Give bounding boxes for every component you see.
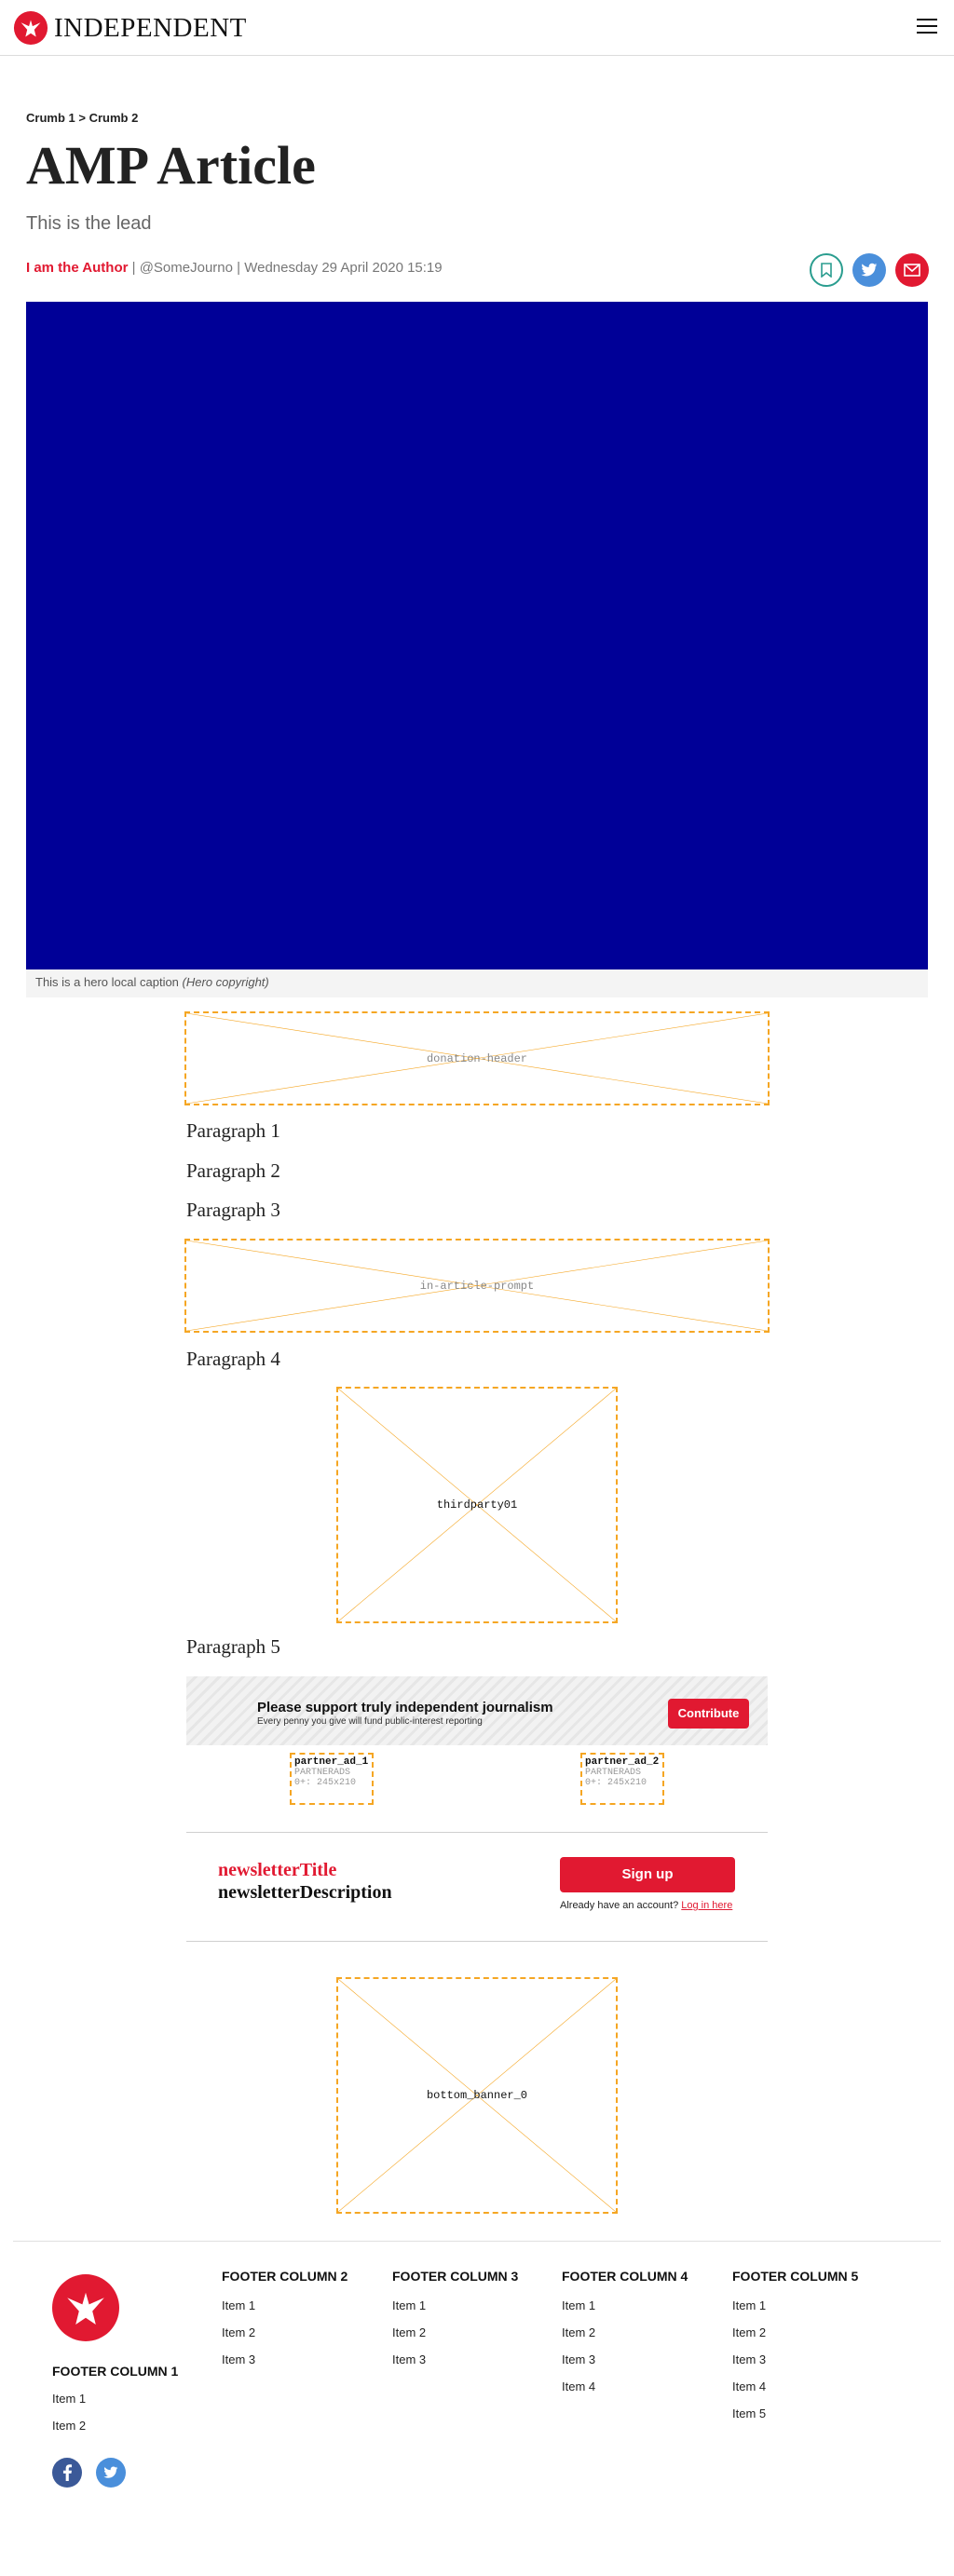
paragraph: Paragraph 3: [186, 1199, 280, 1221]
footer-link[interactable]: Item 5: [732, 2407, 766, 2420]
hero-copyright: (Hero copyright): [182, 975, 269, 989]
breadcrumb-separator: >: [78, 111, 86, 125]
newsletter-description: newsletterDescription: [218, 1882, 392, 1903]
site-header: INDEPENDENT: [0, 0, 954, 56]
footer-link[interactable]: Item 3: [732, 2352, 766, 2366]
partner-ad-provider: PARTNERADS: [294, 1768, 351, 1778]
divider: [186, 1941, 768, 1942]
login-link[interactable]: Log in here: [681, 1900, 732, 1911]
newsletter-signup-button[interactable]: Sign up: [560, 1857, 735, 1892]
breadcrumb-item-1[interactable]: Crumb 1: [26, 111, 75, 125]
hero-caption-text: This is a hero local caption: [35, 975, 179, 989]
partner-ad-1[interactable]: partner_ad_1 PARTNERADS 0+: 245x210: [290, 1753, 374, 1805]
author-link[interactable]: I am the Author: [26, 260, 128, 276]
newsletter-title: newsletterTitle: [218, 1860, 337, 1880]
footer-link[interactable]: Item 3: [222, 2352, 255, 2366]
footer-column-1-title: FOOTER COLUMN 1: [52, 2364, 179, 2379]
footer-link[interactable]: Item 1: [732, 2298, 766, 2312]
eagle-logo-icon: [13, 10, 48, 46]
email-icon: [904, 264, 920, 277]
publish-date: Wednesday 29 April 2020 15:19: [244, 260, 443, 276]
donation-header-placeholder: donation-header: [184, 1011, 770, 1105]
login-prompt: Already have an account?: [560, 1900, 679, 1911]
contribute-title: Please support truly independent journal…: [257, 1700, 553, 1715]
twitter-icon: [103, 2466, 118, 2478]
partner-ad-size: 0+: 245x210: [585, 1778, 647, 1788]
placeholder-label: thirdparty01: [436, 1498, 518, 1512]
footer-link[interactable]: Item 3: [562, 2352, 595, 2366]
bottom-banner-placeholder: bottom_banner_0: [336, 1977, 618, 2214]
footer-link[interactable]: Item 2: [392, 2325, 426, 2339]
footer-divider: [13, 2241, 941, 2242]
paragraph: Paragraph 4: [186, 1348, 280, 1370]
share-twitter-button[interactable]: [852, 253, 886, 287]
placeholder-label: in-article-prompt: [419, 1279, 535, 1293]
bookmark-icon: [821, 263, 832, 278]
site-logo[interactable]: INDEPENDENT: [13, 10, 247, 46]
footer-link[interactable]: Item 2: [52, 2419, 86, 2433]
footer-link[interactable]: Item 1: [392, 2298, 426, 2312]
share-email-button[interactable]: [895, 253, 929, 287]
placeholder-label: donation-header: [426, 1051, 528, 1065]
partner-ad-name: partner_ad_1: [294, 1756, 369, 1768]
footer-link[interactable]: Item 1: [562, 2298, 595, 2312]
contribute-button[interactable]: Contribute: [668, 1699, 749, 1729]
partner-ad-2[interactable]: partner_ad_2 PARTNERADS 0+: 245x210: [580, 1753, 664, 1805]
page-title: AMP Article: [26, 135, 316, 196]
hero-image: [26, 302, 928, 969]
in-article-prompt-placeholder: in-article-prompt: [184, 1239, 770, 1333]
footer-logo[interactable]: [52, 2274, 119, 2341]
breadcrumb: Crumb 1 > Crumb 2: [26, 111, 138, 125]
footer-link[interactable]: Item 2: [222, 2325, 255, 2339]
newsletter-login: Already have an account? Log in here: [560, 1900, 732, 1911]
footer-link[interactable]: Item 2: [732, 2325, 766, 2339]
twitter-handle[interactable]: @SomeJourno: [140, 260, 233, 276]
footer-link[interactable]: Item 4: [562, 2379, 595, 2393]
paragraph: Paragraph 5: [186, 1635, 280, 1658]
footer-column-5-title: FOOTER COLUMN 5: [732, 2269, 859, 2284]
placeholder-label: bottom_banner_0: [426, 2089, 528, 2102]
breadcrumb-item-2[interactable]: Crumb 2: [89, 111, 139, 125]
divider: [186, 1832, 768, 1833]
hero-caption: This is a hero local caption (Hero copyr…: [26, 969, 928, 997]
thirdparty-placeholder: thirdparty01: [336, 1387, 618, 1623]
article-lead: This is the lead: [26, 213, 152, 234]
footer-column-2-title: FOOTER COLUMN 2: [222, 2269, 348, 2284]
facebook-button[interactable]: [52, 2458, 82, 2488]
bookmark-button[interactable]: [810, 253, 843, 287]
eagle-logo-icon: [67, 2292, 104, 2325]
footer-link[interactable]: Item 1: [52, 2392, 86, 2406]
hamburger-menu-icon[interactable]: [917, 19, 937, 35]
twitter-icon: [861, 263, 878, 277]
facebook-icon: [62, 2464, 73, 2481]
byline: I am the Author | @SomeJourno | Wednesda…: [26, 260, 443, 276]
twitter-button[interactable]: [96, 2458, 126, 2488]
contribute-subtitle: Every penny you give will fund public-in…: [257, 1716, 483, 1727]
footer-link[interactable]: Item 1: [222, 2298, 255, 2312]
paragraph: Paragraph 1: [186, 1119, 280, 1142]
footer-column-3-title: FOOTER COLUMN 3: [392, 2269, 519, 2284]
footer-link[interactable]: Item 2: [562, 2325, 595, 2339]
footer-link[interactable]: Item 4: [732, 2379, 766, 2393]
footer-column-4-title: FOOTER COLUMN 4: [562, 2269, 688, 2284]
partner-ad-size: 0+: 245x210: [294, 1778, 357, 1788]
footer-link[interactable]: Item 3: [392, 2352, 426, 2366]
partner-ad-name: partner_ad_2: [585, 1756, 660, 1768]
byline-separator: |: [131, 260, 140, 276]
partner-ad-provider: PARTNERADS: [585, 1768, 642, 1778]
contribute-banner: Please support truly independent journal…: [186, 1676, 768, 1745]
paragraph: Paragraph 2: [186, 1159, 280, 1182]
logo-text: INDEPENDENT: [54, 12, 247, 43]
